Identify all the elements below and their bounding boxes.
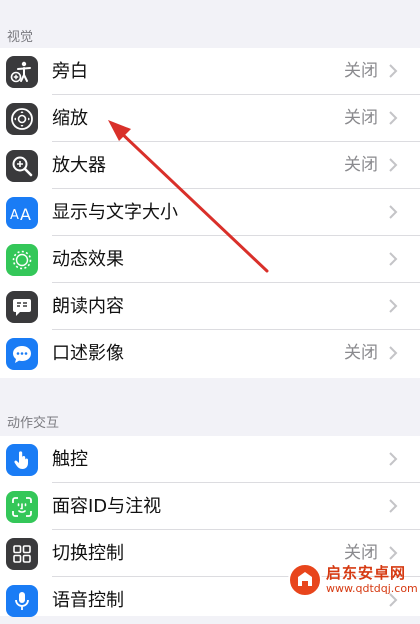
watermark-title: 启东安卓网	[326, 564, 407, 582]
watermark: 启东安卓网 www.qdtdqj.com	[288, 560, 420, 600]
watermark-logo-icon	[288, 563, 322, 597]
watermark-url: www.qdtdqj.com	[326, 582, 418, 595]
annotation-arrow	[108, 120, 269, 273]
